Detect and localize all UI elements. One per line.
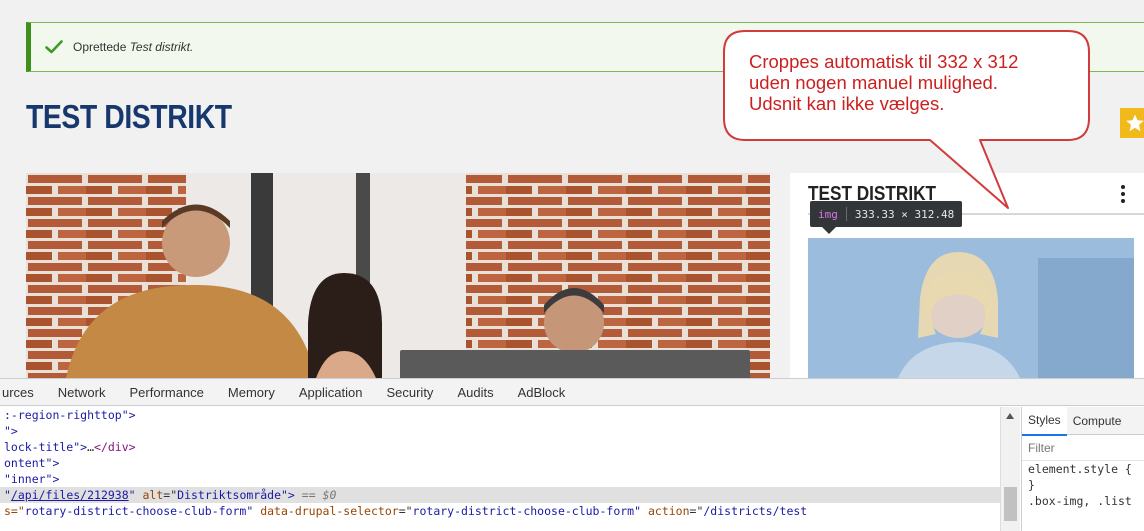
dom-node-line[interactable]: s="rotary-district-choose-club-form" dat… [0,503,1000,519]
status-text: Oprettede Test distrikt. [73,40,194,54]
page-viewport: Oprettede Test distrikt. TEST DISTRIKT T… [0,0,1144,378]
tab-performance[interactable]: Performance [129,385,203,400]
dom-node-line-selected[interactable]: "/api/files/212938" alt="Distriktsområde… [0,487,1000,503]
dom-node-line[interactable]: :-region-righttop"> [0,407,1000,423]
style-rule-close: } [1028,478,1035,492]
tab-adblock[interactable]: AdBlock [518,385,566,400]
tab-audits[interactable]: Audits [457,385,493,400]
tooltip-arrow [822,227,836,234]
callout-line-3: Udsnit kan ikke vælges. [749,93,945,114]
scrollbar-thumb[interactable] [1004,487,1017,521]
tooltip-separator [845,207,847,221]
card-photo [808,238,1134,378]
style-rule-selector: .box-img, .list [1028,494,1132,508]
tab-memory[interactable]: Memory [228,385,275,400]
dom-node-line[interactable]: "inner"> [0,471,1000,487]
hero-image [26,173,770,378]
favorite-star-button[interactable] [1120,108,1144,138]
devtools-tab-bar: urces Network Performance Memory Applica… [0,379,1144,406]
tab-computed[interactable]: Compute [1067,407,1128,435]
dom-node-line[interactable]: lock-title">…</div> [0,439,1000,455]
cookie-overlay [400,350,750,378]
scroll-up-arrow-icon[interactable] [1006,413,1014,419]
style-rule-selector: element.style { [1028,462,1132,476]
elements-scrollbar[interactable] [1000,407,1020,531]
tooltip-dimensions: 333.33 × 312.48 [854,207,955,221]
tab-sources[interactable]: urces [2,385,34,400]
star-icon [1126,114,1144,132]
dom-node-line[interactable]: ontent"> [0,455,1000,471]
devtools-panel: urces Network Performance Memory Applica… [0,378,1144,531]
tab-network[interactable]: Network [58,385,106,400]
tab-application[interactable]: Application [299,385,363,400]
card-image [808,238,1134,378]
callout-line-2: uden nogen manuel mulighed. [749,72,998,93]
styles-tab-bar: Styles Compute [1022,407,1144,436]
elements-tree[interactable]: :-region-righttop"> "> lock-title">…</di… [0,407,1000,531]
img-src-link[interactable]: /api/files/212938 [11,488,129,502]
callout-line-1: Croppes automatisk til 332 x 312 [749,51,1019,72]
kebab-menu-icon[interactable] [1118,183,1128,205]
status-entity: Test distrikt. [129,40,194,54]
styles-filter-input[interactable]: Filter [1022,435,1144,461]
dom-node-line[interactable]: "> [0,423,1000,439]
page-title: TEST DISTRIKT [26,98,232,135]
checkmark-icon [45,40,63,54]
annotation-callout-text: Croppes automatisk til 332 x 312 uden no… [749,51,1089,114]
element-inspector-tooltip: img 333.33 × 312.48 [810,201,963,227]
tab-security[interactable]: Security [386,385,433,400]
tab-styles[interactable]: Styles [1022,407,1067,436]
tooltip-tag: img [818,207,838,221]
styles-pane: Styles Compute Filter element.style { } … [1021,407,1144,531]
hero-photo [26,173,770,378]
